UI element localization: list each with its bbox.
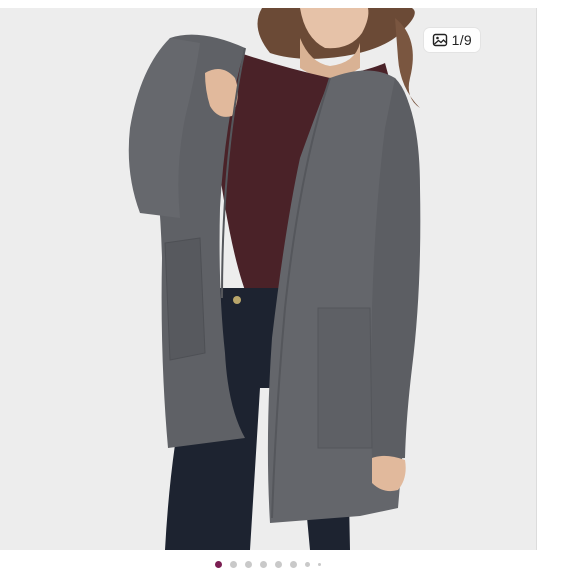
carousel-dot-1[interactable] — [215, 560, 222, 568]
product-gallery: 1/9 — [0, 0, 580, 580]
product-photo — [0, 8, 536, 550]
carousel-dot-8[interactable] — [318, 562, 321, 566]
product-image-viewer[interactable]: 1/9 — [0, 8, 537, 550]
image-counter: 1/9 — [423, 28, 480, 52]
carousel-dot-2[interactable] — [230, 560, 237, 568]
carousel-dot-7[interactable] — [305, 561, 310, 567]
image-icon — [432, 32, 448, 48]
carousel-dot-6[interactable] — [290, 560, 297, 568]
carousel-pagination — [0, 558, 536, 570]
image-counter-text: 1/9 — [451, 32, 472, 48]
page-gutter — [537, 0, 580, 580]
carousel-dot-4[interactable] — [260, 560, 267, 568]
carousel-dot-5[interactable] — [275, 560, 282, 568]
carousel-dot-3[interactable] — [245, 560, 252, 568]
